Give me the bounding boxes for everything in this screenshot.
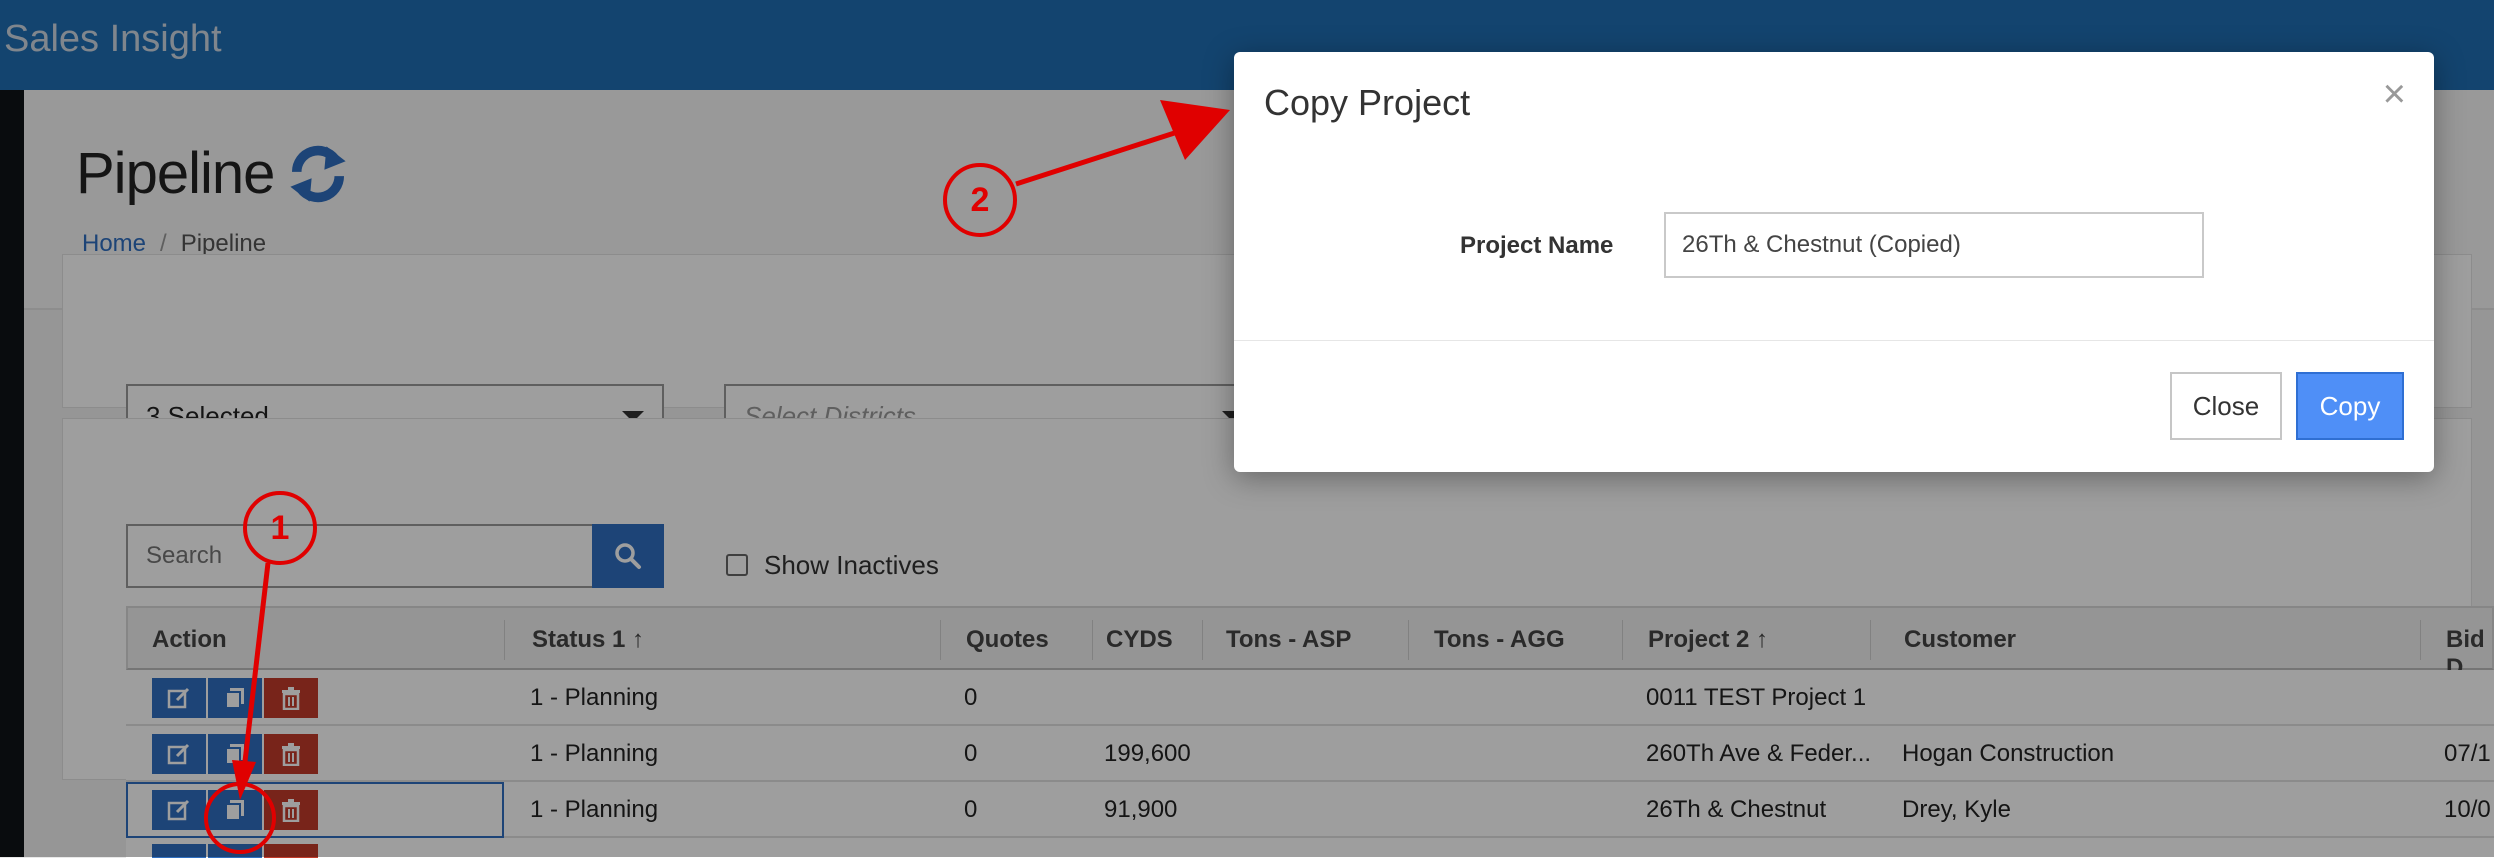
- step-number-1: 1: [270, 509, 290, 547]
- close-button[interactable]: Close: [2170, 372, 2282, 440]
- project-name-label: Project Name: [1460, 232, 1614, 259]
- copy-button[interactable]: Copy: [2296, 372, 2404, 440]
- modal-footer-divider: [1234, 340, 2434, 341]
- modal-title: Copy Project: [1264, 82, 1471, 123]
- copy-project-modal: Copy Project × Project Name Close Copy: [1234, 52, 2434, 472]
- close-icon[interactable]: ×: [2383, 72, 2406, 117]
- step-number-2: 2: [970, 181, 990, 219]
- project-name-input[interactable]: [1664, 212, 2204, 278]
